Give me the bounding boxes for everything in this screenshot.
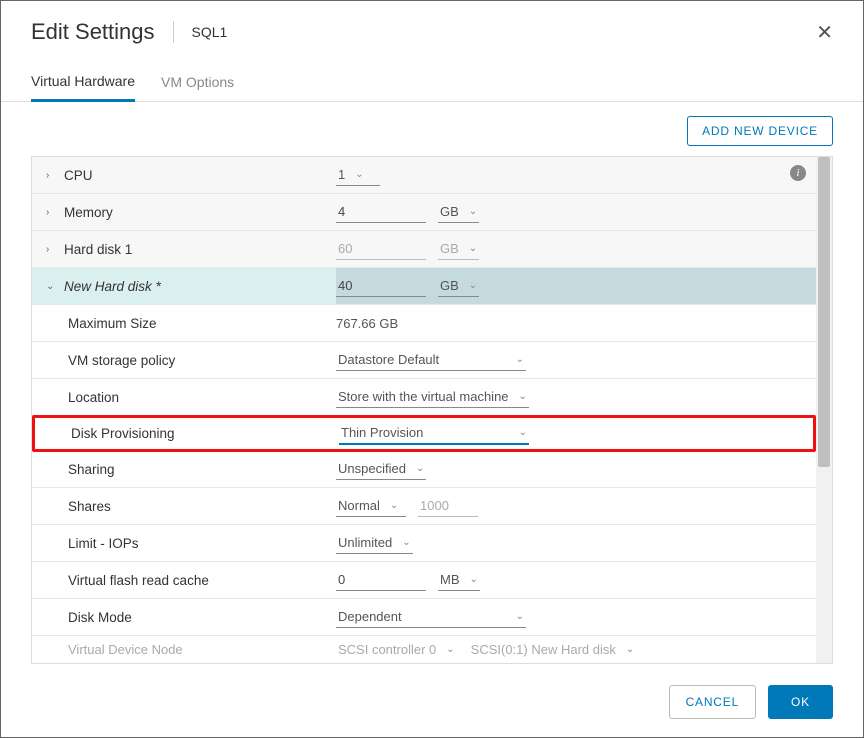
chevron-down-icon: ⌄ (519, 391, 527, 402)
vdn-value1: SCSI controller 0 (338, 642, 436, 657)
row-limit-iops: Limit - IOPs Unlimited ⌄ (32, 525, 816, 562)
chevron-down-icon: ⌄ (402, 537, 410, 548)
vfrc-unit: MB (440, 572, 460, 587)
new-harddisk-unit-select[interactable]: GB ⌄ (438, 275, 479, 297)
chevron-right-icon: › (46, 170, 58, 181)
sharing-select[interactable]: Unspecified ⌄ (336, 458, 426, 480)
chevron-down-icon: ⌄ (516, 354, 524, 365)
storagepolicy-value: Datastore Default (338, 352, 439, 367)
tab-virtual-hardware[interactable]: Virtual Hardware (31, 63, 135, 102)
chevron-down-icon: ⌄ (469, 206, 477, 217)
new-harddisk-size-input[interactable] (336, 275, 426, 297)
chevron-down-icon: ⌄ (46, 281, 58, 292)
disk-provisioning-select[interactable]: Thin Provision ⌄ (339, 422, 529, 445)
tab-vm-options[interactable]: VM Options (161, 63, 234, 101)
modal-header: Edit Settings SQL1 ✕ (1, 1, 863, 53)
settings-scroll-content: i › CPU 1 ⌄ › Memory GB (32, 157, 816, 663)
shares-label: Shares (68, 499, 111, 514)
settings-panel: i › CPU 1 ⌄ › Memory GB (31, 156, 833, 664)
sharing-label: Sharing (68, 462, 115, 477)
maxsize-label: Maximum Size (68, 316, 157, 331)
chevron-right-icon: › (46, 244, 58, 255)
diskprov-value: Thin Provision (341, 425, 423, 440)
memory-unit: GB (440, 204, 459, 219)
location-select[interactable]: Store with the virtual machine ⌄ (336, 386, 529, 408)
scrollbar[interactable] (816, 157, 832, 663)
location-value: Store with the virtual machine (338, 389, 509, 404)
title-divider (173, 21, 174, 43)
harddisk1-label: Hard disk 1 (64, 242, 132, 257)
harddisk1-input[interactable] (336, 238, 426, 260)
sharing-value: Unspecified (338, 461, 406, 476)
row-disk-mode: Disk Mode Dependent ⌄ (32, 599, 816, 636)
row-max-size: Maximum Size 767.66 GB (32, 305, 816, 342)
disk-mode-select[interactable]: Dependent ⌄ (336, 606, 526, 628)
memory-label: Memory (64, 205, 113, 220)
row-new-harddisk[interactable]: ⌄ New Hard disk * GB ⌄ (32, 268, 816, 305)
vfrc-label: Virtual flash read cache (68, 573, 209, 588)
vdn-controller-select[interactable]: SCSI controller 0 ⌄ (336, 639, 457, 660)
cpu-value: 1 (338, 167, 345, 182)
shares-number-input[interactable] (418, 495, 478, 517)
chevron-down-icon: ⌄ (446, 644, 454, 655)
chevron-down-icon: ⌄ (519, 427, 527, 438)
vfrc-input[interactable] (336, 569, 426, 591)
new-harddisk-label: New Hard disk * (64, 279, 161, 294)
modal-subtitle: SQL1 (192, 24, 228, 40)
cpu-label: CPU (64, 168, 93, 183)
chevron-down-icon: ⌄ (516, 611, 524, 622)
shares-value: Normal (338, 498, 380, 513)
vfrc-unit-select[interactable]: MB ⌄ (438, 569, 480, 591)
location-label: Location (68, 390, 119, 405)
row-virtual-device-node: Virtual Device Node SCSI controller 0 ⌄ … (32, 636, 816, 662)
limit-iops-select[interactable]: Unlimited ⌄ (336, 532, 413, 554)
row-vfrc: Virtual flash read cache MB ⌄ (32, 562, 816, 599)
chevron-down-icon: ⌄ (626, 644, 634, 655)
chevron-down-icon: ⌄ (390, 500, 398, 511)
storage-policy-select[interactable]: Datastore Default ⌄ (336, 349, 526, 371)
limit-value: Unlimited (338, 535, 392, 550)
tabs: Virtual Hardware VM Options (1, 63, 863, 102)
ok-button[interactable]: OK (768, 685, 833, 719)
new-harddisk-unit: GB (440, 278, 459, 293)
chevron-down-icon: ⌄ (355, 169, 363, 180)
row-shares: Shares Normal ⌄ (32, 488, 816, 525)
harddisk1-unit: GB (440, 241, 459, 256)
vdn-disk-select[interactable]: SCSI(0:1) New Hard disk ⌄ (469, 639, 637, 660)
row-disk-provisioning: Disk Provisioning Thin Provision ⌄ (32, 415, 816, 452)
close-icon[interactable]: ✕ (816, 20, 833, 45)
chevron-down-icon: ⌄ (470, 574, 478, 585)
diskmode-label: Disk Mode (68, 610, 132, 625)
cancel-button[interactable]: CANCEL (669, 685, 756, 719)
toolbar: ADD NEW DEVICE (1, 102, 863, 156)
row-storage-policy: VM storage policy Datastore Default ⌄ (32, 342, 816, 379)
row-harddisk1[interactable]: › Hard disk 1 GB ⌄ (32, 231, 816, 268)
cpu-select[interactable]: 1 ⌄ (336, 164, 380, 186)
limit-label: Limit - IOPs (68, 536, 139, 551)
chevron-down-icon: ⌄ (469, 243, 477, 254)
storagepolicy-label: VM storage policy (68, 353, 175, 368)
maxsize-value: 767.66 GB (336, 316, 398, 331)
chevron-down-icon: ⌄ (416, 463, 424, 474)
scrollbar-thumb[interactable] (818, 157, 830, 467)
modal-title: Edit Settings (31, 19, 155, 45)
row-sharing: Sharing Unspecified ⌄ (32, 451, 816, 488)
memory-input[interactable] (336, 201, 426, 223)
row-location: Location Store with the virtual machine … (32, 379, 816, 416)
memory-unit-select[interactable]: GB ⌄ (438, 201, 479, 223)
footer: CANCEL OK (1, 667, 863, 737)
vdn-label: Virtual Device Node (68, 642, 183, 657)
title-row: Edit Settings SQL1 (31, 19, 227, 45)
chevron-right-icon: › (46, 207, 58, 218)
vdn-value2: SCSI(0:1) New Hard disk (471, 642, 616, 657)
chevron-down-icon: ⌄ (469, 280, 477, 291)
row-cpu[interactable]: › CPU 1 ⌄ (32, 157, 816, 194)
harddisk1-unit-select[interactable]: GB ⌄ (438, 238, 479, 260)
diskmode-value: Dependent (338, 609, 402, 624)
row-memory[interactable]: › Memory GB ⌄ (32, 194, 816, 231)
info-icon[interactable]: i (790, 165, 806, 181)
add-new-device-button[interactable]: ADD NEW DEVICE (687, 116, 833, 146)
shares-select[interactable]: Normal ⌄ (336, 495, 406, 517)
diskprov-label: Disk Provisioning (71, 426, 175, 441)
